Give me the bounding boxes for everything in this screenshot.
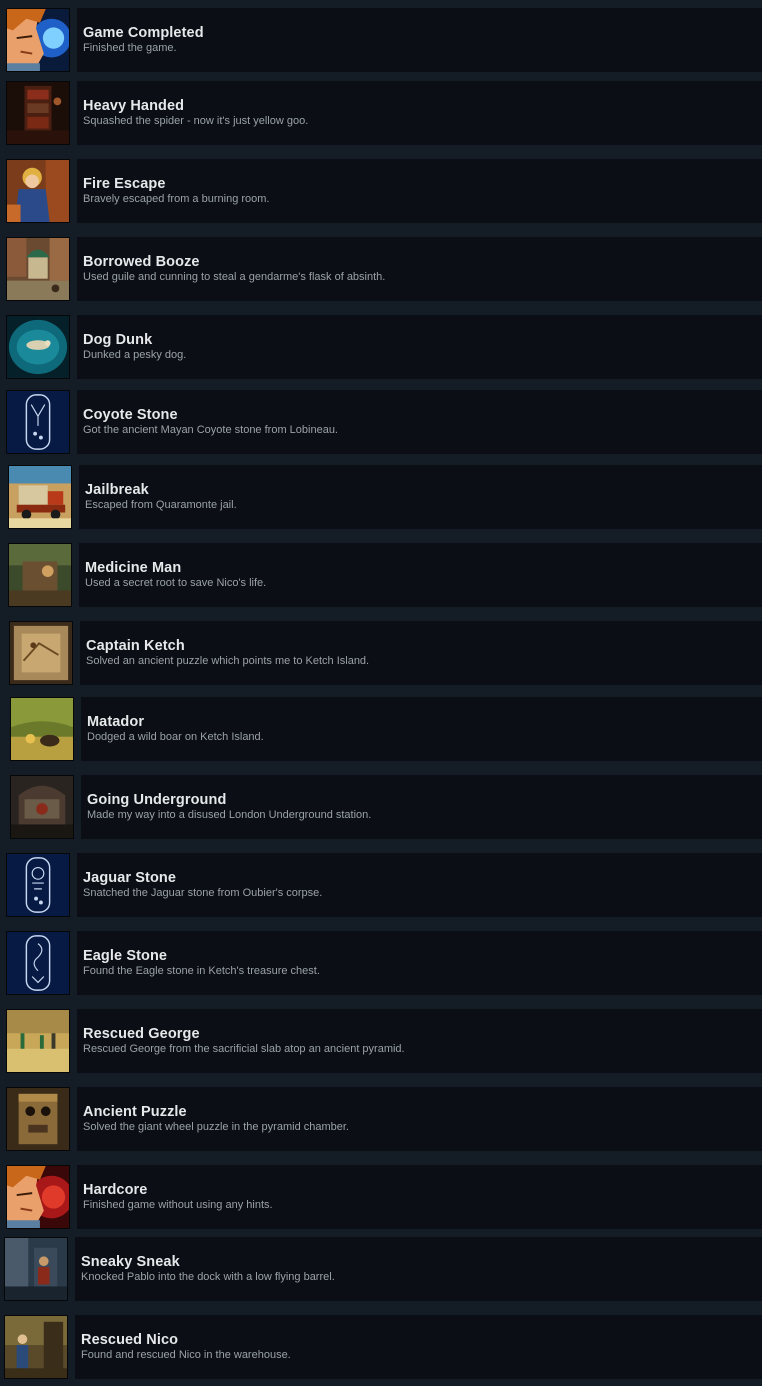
- achievement-description: Finished game without using any hints.: [83, 1199, 273, 1211]
- eagle-stone-icon: [6, 931, 70, 995]
- achievement-row[interactable]: Sneaky Sneak Knocked Pablo into the dock…: [0, 1237, 762, 1301]
- achievement-row[interactable]: Rescued Nico Found and rescued Nico in t…: [0, 1315, 762, 1379]
- achievement-panel: Going Underground Made my way into a dis…: [81, 775, 762, 839]
- achievement-description: Rescued George from the sacrificial slab…: [83, 1043, 405, 1055]
- achievement-description: Escaped from Quaramonte jail.: [85, 499, 237, 511]
- achievement-row[interactable]: Medicine Man Used a secret root to save …: [0, 543, 762, 607]
- dock-icon: [4, 1237, 68, 1301]
- achievement-title: Matador: [87, 714, 145, 730]
- achievement-title: Ancient Puzzle: [83, 1104, 187, 1120]
- jungle-hut-icon: [8, 543, 72, 607]
- achievement-panel: Coyote Stone Got the ancient Mayan Coyot…: [77, 390, 762, 454]
- achievement-panel: Eagle Stone Found the Eagle stone in Ket…: [77, 931, 762, 995]
- achievement-row[interactable]: Captain Ketch Solved an ancient puzzle w…: [0, 621, 762, 685]
- george-portrait-blue-icon: [6, 8, 70, 72]
- achievement-panel: Sneaky Sneak Knocked Pablo into the dock…: [75, 1237, 762, 1301]
- achievement-description: Dodged a wild boar on Ketch Island.: [87, 731, 264, 743]
- achievement-panel: Jailbreak Escaped from Quaramonte jail.: [79, 465, 762, 529]
- achievement-description: Found and rescued Nico in the warehouse.: [81, 1349, 291, 1361]
- george-portrait-red-icon: [6, 1165, 70, 1229]
- achievement-title: Rescued Nico: [81, 1332, 179, 1348]
- achievement-title: Coyote Stone: [83, 407, 178, 423]
- achievement-row[interactable]: Borrowed Booze Used guile and cunning to…: [0, 237, 762, 301]
- achievement-description: Squashed the spider - now it's just yell…: [83, 115, 309, 127]
- paris-cafe-icon: [6, 237, 70, 301]
- achievement-row[interactable]: Fire Escape Bravely escaped from a burni…: [0, 159, 762, 223]
- jungle-boar-icon: [10, 697, 74, 761]
- map-puzzle-icon: [9, 621, 73, 685]
- achievement-title: Captain Ketch: [86, 638, 185, 654]
- stone-wheel-icon: [6, 1087, 70, 1151]
- achievement-panel: Medicine Man Used a secret root to save …: [79, 543, 762, 607]
- achievement-description: Got the ancient Mayan Coyote stone from …: [83, 424, 338, 436]
- achievement-title: Heavy Handed: [83, 98, 185, 114]
- achievement-panel: Game Completed Finished the game.: [77, 8, 762, 72]
- achievement-panel: Heavy Handed Squashed the spider - now i…: [77, 81, 762, 145]
- achievement-description: Snatched the Jaguar stone from Oubier's …: [83, 887, 323, 899]
- achievement-panel: Borrowed Booze Used guile and cunning to…: [77, 237, 762, 301]
- achievement-panel: Ancient Puzzle Solved the giant wheel pu…: [77, 1087, 762, 1151]
- achievement-panel: Hardcore Finished game without using any…: [77, 1165, 762, 1229]
- achievement-row[interactable]: Jaguar Stone Snatched the Jaguar stone f…: [0, 853, 762, 917]
- achievement-row[interactable]: Heavy Handed Squashed the spider - now i…: [0, 81, 762, 145]
- coyote-stone-icon: [6, 390, 70, 454]
- achievement-panel: Rescued George Rescued George from the s…: [77, 1009, 762, 1073]
- achievement-title: Game Completed: [83, 25, 204, 41]
- achievement-row[interactable]: Eagle Stone Found the Eagle stone in Ket…: [0, 931, 762, 995]
- achievement-description: Solved an ancient puzzle which points me…: [86, 655, 370, 667]
- achievement-list: Game Completed Finished the game. Heavy …: [0, 0, 762, 1386]
- pyramid-top-icon: [6, 1009, 70, 1073]
- underground-station-icon: [10, 775, 74, 839]
- achievement-title: Going Underground: [87, 792, 227, 808]
- achievement-title: Eagle Stone: [83, 948, 168, 964]
- achievement-description: Solved the giant wheel puzzle in the pyr…: [83, 1121, 349, 1133]
- george-escape-icon: [6, 159, 70, 223]
- achievement-title: Jailbreak: [85, 482, 149, 498]
- achievement-description: Found the Eagle stone in Ketch's treasur…: [83, 965, 320, 977]
- achievement-title: Medicine Man: [85, 560, 182, 576]
- jaguar-stone-icon: [6, 853, 70, 917]
- achievement-panel: Fire Escape Bravely escaped from a burni…: [77, 159, 762, 223]
- achievement-description: Knocked Pablo into the dock with a low f…: [81, 1271, 335, 1283]
- achievement-panel: Jaguar Stone Snatched the Jaguar stone f…: [77, 853, 762, 917]
- achievement-title: Dog Dunk: [83, 332, 153, 348]
- achievement-panel: Dog Dunk Dunked a pesky dog.: [77, 315, 762, 379]
- achievement-panel: Matador Dodged a wild boar on Ketch Isla…: [81, 697, 762, 761]
- achievement-row[interactable]: Rescued George Rescued George from the s…: [0, 1009, 762, 1073]
- achievement-row[interactable]: Matador Dodged a wild boar on Ketch Isla…: [0, 697, 762, 761]
- achievement-title: Hardcore: [83, 1182, 148, 1198]
- achievement-row[interactable]: Game Completed Finished the game.: [0, 8, 762, 72]
- achievement-description: Used a secret root to save Nico's life.: [85, 577, 267, 589]
- dog-in-water-icon: [6, 315, 70, 379]
- achievement-description: Bravely escaped from a burning room.: [83, 193, 270, 205]
- achievement-description: Made my way into a disused London Underg…: [87, 809, 372, 821]
- achievement-panel: Rescued Nico Found and rescued Nico in t…: [75, 1315, 762, 1379]
- achievement-row[interactable]: Going Underground Made my way into a dis…: [0, 775, 762, 839]
- achievement-row[interactable]: Hardcore Finished game without using any…: [0, 1165, 762, 1229]
- achievement-row[interactable]: Ancient Puzzle Solved the giant wheel pu…: [0, 1087, 762, 1151]
- achievement-title: Rescued George: [83, 1026, 200, 1042]
- achievement-description: Dunked a pesky dog.: [83, 349, 187, 361]
- achievement-description: Finished the game.: [83, 42, 177, 54]
- achievement-row[interactable]: Dog Dunk Dunked a pesky dog.: [0, 315, 762, 379]
- truck-icon: [8, 465, 72, 529]
- achievement-row[interactable]: Coyote Stone Got the ancient Mayan Coyot…: [0, 390, 762, 454]
- dark-library-icon: [6, 81, 70, 145]
- achievement-title: Fire Escape: [83, 176, 166, 192]
- achievement-row[interactable]: Jailbreak Escaped from Quaramonte jail.: [0, 465, 762, 529]
- achievement-panel: Captain Ketch Solved an ancient puzzle w…: [80, 621, 762, 685]
- achievement-title: Sneaky Sneak: [81, 1254, 180, 1270]
- achievement-title: Jaguar Stone: [83, 870, 177, 886]
- achievement-title: Borrowed Booze: [83, 254, 200, 270]
- warehouse-icon: [4, 1315, 68, 1379]
- achievement-description: Used guile and cunning to steal a gendar…: [83, 271, 386, 283]
